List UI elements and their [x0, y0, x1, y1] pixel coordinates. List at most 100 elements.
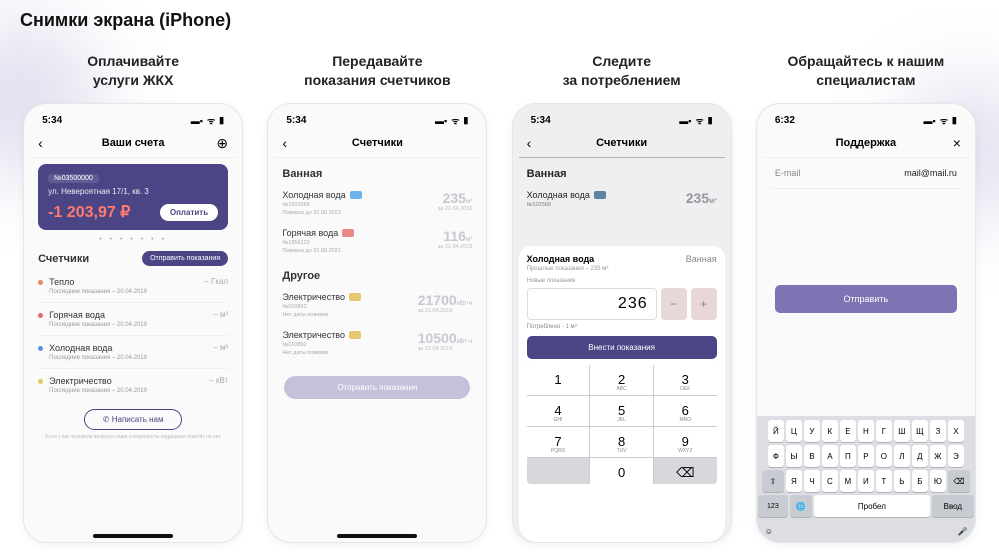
signal-icon: ▬▪ [924, 116, 936, 126]
kb-key[interactable]: Й [768, 420, 784, 442]
email-field[interactable]: E-mail mail@mail.ru [771, 158, 961, 189]
meter-row[interactable]: Электричество №010892Нет даты поверки105… [282, 324, 472, 362]
keypad-key[interactable]: 6MNO [654, 396, 717, 426]
back-icon[interactable]: ‹ [527, 135, 532, 151]
emoji-key[interactable]: ☺ [758, 520, 780, 542]
status-time: 5:34 [42, 115, 62, 126]
meter-row[interactable]: Горячая вода №1856122Поверка до 31.08.20… [282, 222, 472, 260]
kb-key[interactable]: Ь [894, 470, 910, 492]
kb-key[interactable]: К [822, 420, 838, 442]
sheet-title: Холодная вода [527, 254, 595, 264]
meter-row[interactable]: ТеплоПоследние показания – 20.04.2019– Г… [38, 270, 228, 303]
back-icon[interactable]: ‹ [38, 135, 43, 151]
decrement-button[interactable]: − [661, 288, 687, 320]
kb-key[interactable]: Г [876, 420, 892, 442]
meter-check: Поверка до 31.08.2021 [282, 248, 354, 254]
kb-key[interactable]: Л [894, 445, 910, 467]
new-reading-label: Новые показания [527, 278, 717, 284]
kb-key[interactable]: О [876, 445, 892, 467]
kb-key[interactable]: Э [948, 445, 964, 467]
kb-key[interactable]: Р [858, 445, 874, 467]
kb-key[interactable]: Ж [930, 445, 946, 467]
kb-key[interactable]: Я [786, 470, 802, 492]
kb-key[interactable]: Е [840, 420, 856, 442]
meter-unit: – Гкал [204, 277, 228, 286]
keypad-key[interactable]: 9WXYZ [654, 427, 717, 457]
space-key[interactable]: Пробел [814, 495, 930, 517]
kb-key[interactable]: У [804, 420, 820, 442]
meter-row[interactable]: Электричество №010892Нет даты поверки217… [282, 286, 472, 324]
keypad-key[interactable]: 3DEF [654, 365, 717, 395]
meter-unit: – м³ [213, 343, 228, 352]
meter-row[interactable]: Холодная вода №1602568Поверка до 31.08.2… [282, 184, 472, 222]
keypad-key[interactable]: 7PQRS [527, 427, 590, 457]
kb-key[interactable]: П [840, 445, 856, 467]
keypad-key[interactable]: 4GHI [527, 396, 590, 426]
meter-no: №102568 [527, 202, 606, 208]
account-address: ул. Невероятная 17/1, кв. 3 [48, 187, 218, 196]
keypad-key[interactable]: ⌫ [654, 458, 717, 484]
meter-no: №1856122 [282, 240, 354, 246]
kb-key[interactable]: Ф [768, 445, 784, 467]
kb-key[interactable]: Ю [930, 470, 946, 492]
meter-name: Горячая вода [49, 310, 147, 320]
kb-key[interactable]: С [822, 470, 838, 492]
pay-button[interactable]: Оплатить [160, 204, 218, 221]
meter-row[interactable]: Холодная водаПоследние показания – 20.04… [38, 336, 228, 369]
increment-button[interactable]: + [691, 288, 717, 320]
keypad-key[interactable] [527, 458, 590, 484]
kb-key[interactable]: Д [912, 445, 928, 467]
kb-123[interactable]: 123 [758, 495, 788, 517]
backspace-key[interactable]: ⌫ [948, 470, 970, 492]
home-indicator[interactable] [337, 534, 417, 538]
write-us-button[interactable]: ✆ Написать нам [84, 409, 183, 430]
status-time: 6:32 [775, 115, 795, 126]
send-readings-button[interactable]: Отправить показания [142, 251, 228, 266]
send-button[interactable]: Отправить [775, 285, 957, 313]
send-readings-button[interactable]: Отправить показания [284, 376, 470, 399]
meter-unit: – м³ [213, 310, 228, 319]
meter-name: Электричество [49, 376, 147, 386]
account-card[interactable]: №03500000 ул. Невероятная 17/1, кв. 3 -1… [38, 164, 228, 230]
mic-key[interactable]: 🎤 [952, 520, 974, 542]
kb-key[interactable]: Ч [804, 470, 820, 492]
caption-4: Обращайтесь к нашим специалистам [787, 51, 944, 91]
kb-key[interactable]: Н [858, 420, 874, 442]
kb-key[interactable]: З [930, 420, 946, 442]
meter-sub: Последние показания – 20.04.2019 [49, 388, 147, 394]
cold-water-icon [594, 191, 606, 199]
keypad-key[interactable]: 2ABC [590, 365, 653, 395]
phone-4: 6:32 ▬▪ᯤ▮ Поддержка × E-mail mail@mail.r… [756, 103, 976, 543]
kb-key[interactable]: Б [912, 470, 928, 492]
wifi-icon: ᯤ [695, 114, 703, 127]
keypad-key[interactable]: 5JKL [590, 396, 653, 426]
meter-row[interactable]: Электричество Последние показания – 20.04… [38, 369, 228, 401]
kb-key[interactable]: Ы [786, 445, 802, 467]
kb-key[interactable]: А [822, 445, 838, 467]
battery-icon: ▮ [952, 115, 957, 126]
kb-key[interactable]: Т [876, 470, 892, 492]
close-icon[interactable]: × [953, 135, 961, 151]
kb-key[interactable]: М [840, 470, 856, 492]
kb-key[interactable]: И [858, 470, 874, 492]
kb-key[interactable]: Ц [786, 420, 802, 442]
home-indicator[interactable] [93, 534, 173, 538]
keypad-key[interactable]: 0 [590, 458, 653, 484]
submit-reading-button[interactable]: Внести показания [527, 336, 717, 359]
wifi-icon: ᯤ [451, 114, 459, 127]
keypad-key[interactable]: 1 [527, 365, 590, 395]
nav-title: Счетчики [352, 137, 403, 149]
reading-input[interactable]: 236 [527, 288, 657, 320]
kb-key[interactable]: Ш [894, 420, 910, 442]
enter-key[interactable]: Ввод [932, 495, 974, 517]
meter-row[interactable]: Горячая водаПоследние показания – 20.04.… [38, 303, 228, 336]
shift-key[interactable]: ⇧ [762, 470, 784, 492]
kb-key[interactable]: Щ [912, 420, 928, 442]
add-icon[interactable]: ⊕ [216, 135, 228, 152]
kb-key[interactable]: В [804, 445, 820, 467]
keypad-key[interactable]: 8TUV [590, 427, 653, 457]
globe-key[interactable]: 🌐 [790, 495, 812, 517]
page-dots[interactable]: • • • • • • • [38, 236, 228, 243]
kb-key[interactable]: Х [948, 420, 964, 442]
back-icon[interactable]: ‹ [282, 135, 287, 151]
